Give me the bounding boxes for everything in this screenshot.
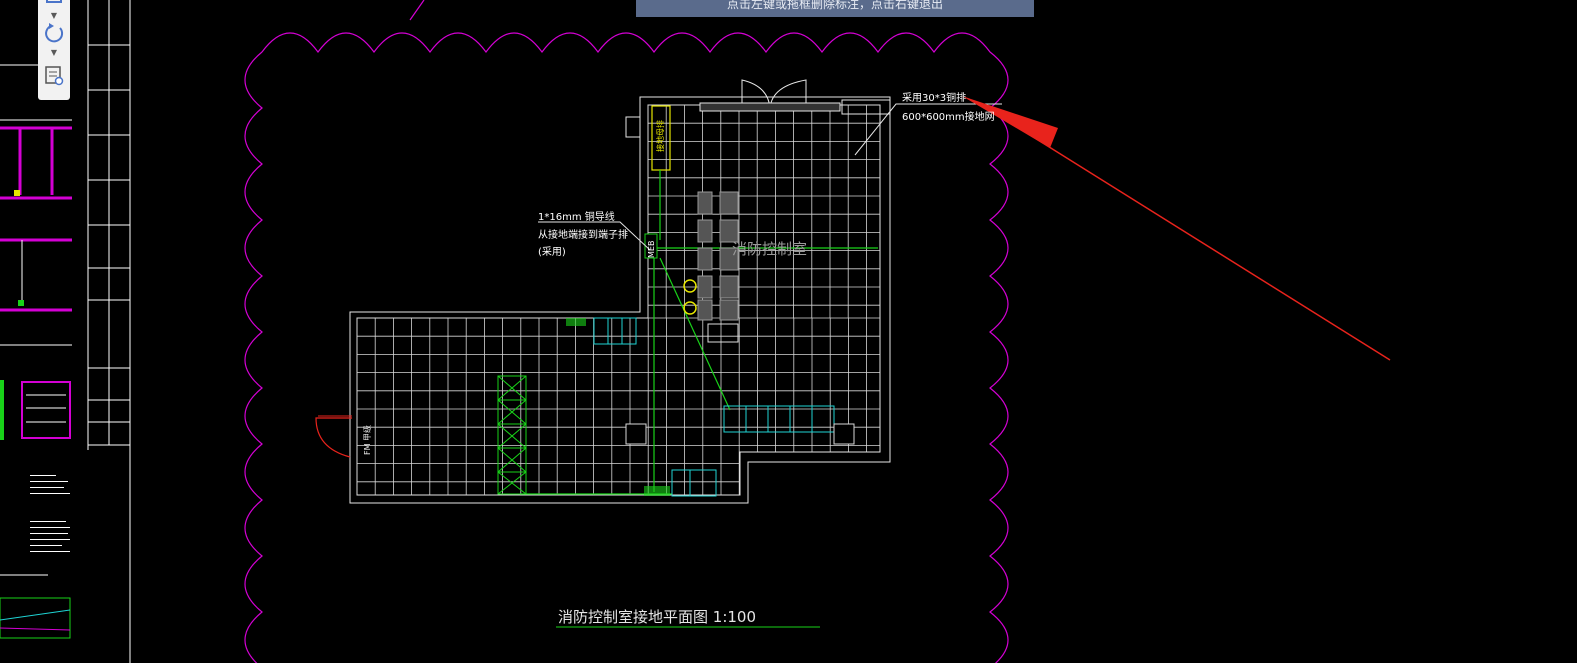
room-label: 消防控制室: [732, 240, 807, 258]
floor-plan[interactable]: [349, 96, 891, 504]
chevron-down-icon[interactable]: ▼: [50, 11, 58, 20]
side-door: [315, 415, 352, 458]
operator-chairs: [683, 279, 697, 315]
door-label: FM 甲级: [362, 425, 372, 455]
meb-label: MEB: [647, 241, 656, 258]
view-toolstrip: ▼ ▼: [38, 0, 70, 100]
leader-lines: [538, 103, 1002, 628]
tooltip-text: 点击左键或拖框删除标注，点击右键退出: [726, 0, 943, 11]
rotate-icon[interactable]: [42, 21, 66, 45]
status-tooltip: 点击左键或拖框删除标注，点击右键退出: [636, 0, 1034, 17]
drawing-title: 消防控制室接地平面图 1:100: [558, 608, 756, 626]
chevron-down-icon[interactable]: ▼: [50, 48, 58, 57]
ground-grid: [356, 104, 880, 495]
annotation-arrow[interactable]: [962, 96, 1391, 361]
detail-thumbnails: [0, 126, 72, 639]
ground-note-2: 600*600mm接地网: [902, 110, 995, 123]
ground-note-1: 采用30*3铜排: [902, 91, 966, 104]
cad-canvas[interactable]: 采用30*3铜排 600*600mm接地网 1*16mm 铜导线 从接地端接到端…: [0, 0, 1577, 663]
wire-note-1: 1*16mm 铜导线: [538, 210, 615, 223]
riser-label: 接地母排: [655, 120, 665, 152]
entry-door: [699, 79, 841, 112]
list-view-icon[interactable]: [42, 64, 66, 88]
wire-note-3: (采用): [538, 246, 566, 258]
wire-note-2: 从接地端接到端子排: [538, 228, 628, 241]
pan-icon[interactable]: [42, 0, 66, 10]
